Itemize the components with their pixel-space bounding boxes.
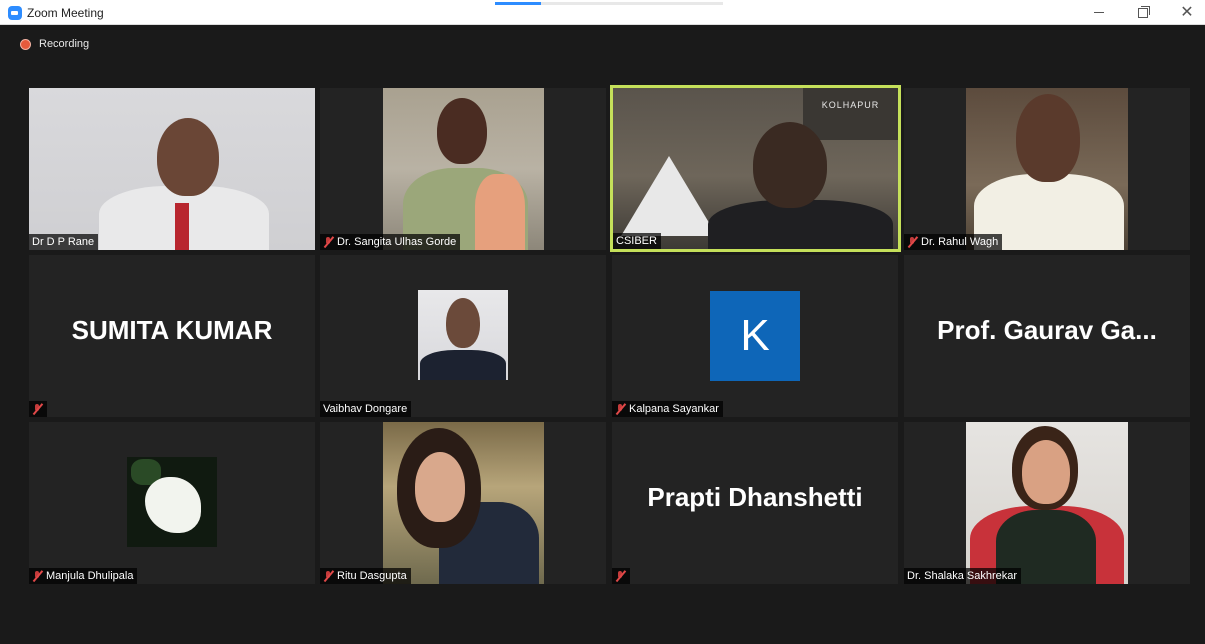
window-title: Zoom Meeting [27, 6, 104, 20]
participant-name-tag: Vaibhav Dongare [320, 401, 412, 417]
video-tile-11[interactable]: Dr. Shalaka Sakhrekar [904, 422, 1190, 584]
participant-name: Kalpana Sayankar [629, 403, 719, 415]
title-bar: Zoom Meeting ✕ [0, 0, 1205, 25]
participant-name: Dr D P Rane [32, 236, 95, 248]
person-body [708, 200, 893, 249]
recording-indicator[interactable]: Recording [20, 36, 89, 52]
participant-name: Ritu Dasgupta [337, 570, 407, 582]
participant-name-tag: Dr. Sangita Ulhas Gorde [320, 234, 461, 250]
person-head [415, 452, 465, 522]
banner-text: KOLHAPUR [821, 100, 880, 110]
zoom-app-icon [8, 6, 22, 20]
participant-name-tag [29, 401, 47, 417]
video-tile-0[interactable]: Dr D P Rane [29, 88, 315, 250]
restore-button[interactable] [1121, 0, 1165, 25]
participant-display-name: SUMITA KUMAR [71, 315, 273, 345]
mic-muted-icon [323, 570, 334, 582]
person-head [446, 298, 480, 348]
video-feed [383, 422, 544, 584]
video-tile-1[interactable]: Dr. Sangita Ulhas Gorde [320, 88, 606, 250]
person-head [1016, 94, 1080, 182]
participant-display-name: Prof. Gaurav Ga... [937, 315, 1157, 345]
profile-picture [127, 457, 217, 547]
mic-muted-icon [615, 570, 626, 582]
video-tile-3[interactable]: Dr. Rahul Wagh [904, 88, 1190, 250]
dupatta [475, 174, 525, 250]
participant-display-name: Prapti Dhanshetti [647, 482, 863, 512]
logo-banner: KOLHAPUR [803, 88, 898, 140]
participant-name-tag [612, 568, 630, 584]
person-body [420, 350, 506, 380]
mic-muted-icon [32, 570, 43, 582]
video-tile-2[interactable]: KOLHAPUR CSIBER [610, 85, 901, 252]
participant-name: Dr. Shalaka Sakhrekar [907, 570, 1018, 582]
mic-muted-icon [32, 403, 43, 415]
person-head [1022, 440, 1070, 504]
view-switcher[interactable] [495, 2, 723, 5]
participant-name: Vaibhav Dongare [323, 403, 408, 415]
recording-label: Recording [39, 38, 90, 50]
video-tile-7[interactable]: Prof. Gaurav Ga... [904, 255, 1190, 417]
participant-name-tag: Ritu Dasgupta [320, 568, 411, 584]
participant-name: Manjula Dhulipala [46, 570, 134, 582]
video-tile-8[interactable]: Manjula Dhulipala [29, 422, 315, 584]
close-button[interactable]: ✕ [1165, 0, 1205, 25]
video-tile-4[interactable]: SUMITA KUMAR [29, 255, 315, 417]
video-feed [966, 88, 1128, 250]
person-head [437, 98, 487, 164]
flower [145, 477, 201, 533]
avatar: K [710, 291, 800, 381]
video-tile-10[interactable]: Prapti Dhanshetti [612, 422, 898, 584]
mic-muted-icon [907, 236, 918, 248]
close-icon: ✕ [1180, 3, 1194, 21]
minimize-button[interactable] [1077, 0, 1121, 25]
person-head [157, 118, 219, 196]
participant-name: Dr. Sangita Ulhas Gorde [337, 236, 457, 248]
mic-muted-icon [323, 236, 334, 248]
video-feed [383, 88, 544, 250]
restore-icon [1138, 5, 1150, 18]
tie [175, 203, 189, 250]
participant-name-tag: Dr. Shalaka Sakhrekar [904, 568, 1022, 584]
logo-triangle [621, 156, 717, 236]
participant-name-tag: CSIBER [613, 233, 661, 249]
mic-muted-icon [615, 403, 626, 415]
record-dot-icon [20, 38, 31, 50]
person-head [753, 122, 827, 208]
video-feed [29, 88, 315, 250]
profile-picture [418, 290, 508, 380]
participant-name: CSIBER [616, 235, 657, 247]
minimize-icon [1094, 12, 1104, 13]
video-tile-5[interactable]: Vaibhav Dongare [320, 255, 606, 417]
participant-name: Dr. Rahul Wagh [921, 236, 999, 248]
participant-name-tag: Kalpana Sayankar [612, 401, 723, 417]
video-feed: KOLHAPUR [613, 88, 898, 249]
video-feed [966, 422, 1128, 584]
video-tile-9[interactable]: Ritu Dasgupta [320, 422, 606, 584]
participant-name-tag: Dr. Rahul Wagh [904, 234, 1003, 250]
video-tile-6[interactable]: K Kalpana Sayankar [612, 255, 898, 417]
participant-name-tag: Manjula Dhulipala [29, 568, 138, 584]
participant-name-tag: Dr D P Rane [29, 234, 99, 250]
view-switcher-active[interactable] [495, 2, 541, 5]
